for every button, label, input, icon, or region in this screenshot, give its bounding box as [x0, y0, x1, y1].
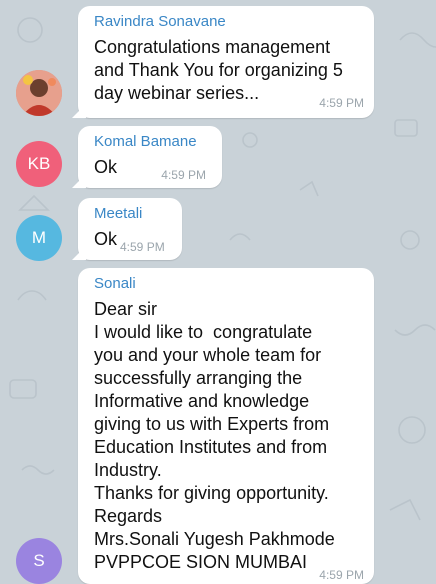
message-text: Ok: [94, 229, 118, 249]
message-bubble[interactable]: Meetali Ok 4:59 PM: [78, 198, 182, 260]
message-bubble[interactable]: Ravindra Sonavane Congratulations manage…: [78, 6, 374, 118]
message-text: Dear sir I would like to congratulate yo…: [94, 299, 335, 572]
message-time: 4:59 PM: [161, 168, 206, 182]
avatar-sonali[interactable]: S: [16, 538, 62, 584]
message-text: Ok: [94, 157, 118, 177]
message-bubble[interactable]: Sonali Dear sir I would like to congratu…: [78, 268, 374, 584]
message-time: 4:59 PM: [120, 240, 165, 254]
avatar-meetali[interactable]: M: [16, 215, 62, 261]
message-text: Congratulations management and Thank You…: [94, 37, 343, 103]
sender-name[interactable]: Komal Bamane: [94, 132, 197, 152]
message-time: 4:59 PM: [319, 568, 364, 582]
sender-name[interactable]: Meetali: [94, 204, 142, 224]
user-photo-icon: [16, 70, 62, 116]
message-bubble[interactable]: Komal Bamane Ok 4:59 PM: [78, 126, 222, 188]
sender-name[interactable]: Sonali: [94, 274, 136, 294]
avatar-komal[interactable]: KB: [16, 141, 62, 187]
avatar-ravindra[interactable]: [16, 70, 62, 116]
sender-name[interactable]: Ravindra Sonavane: [94, 12, 226, 32]
message-time: 4:59 PM: [319, 96, 364, 110]
